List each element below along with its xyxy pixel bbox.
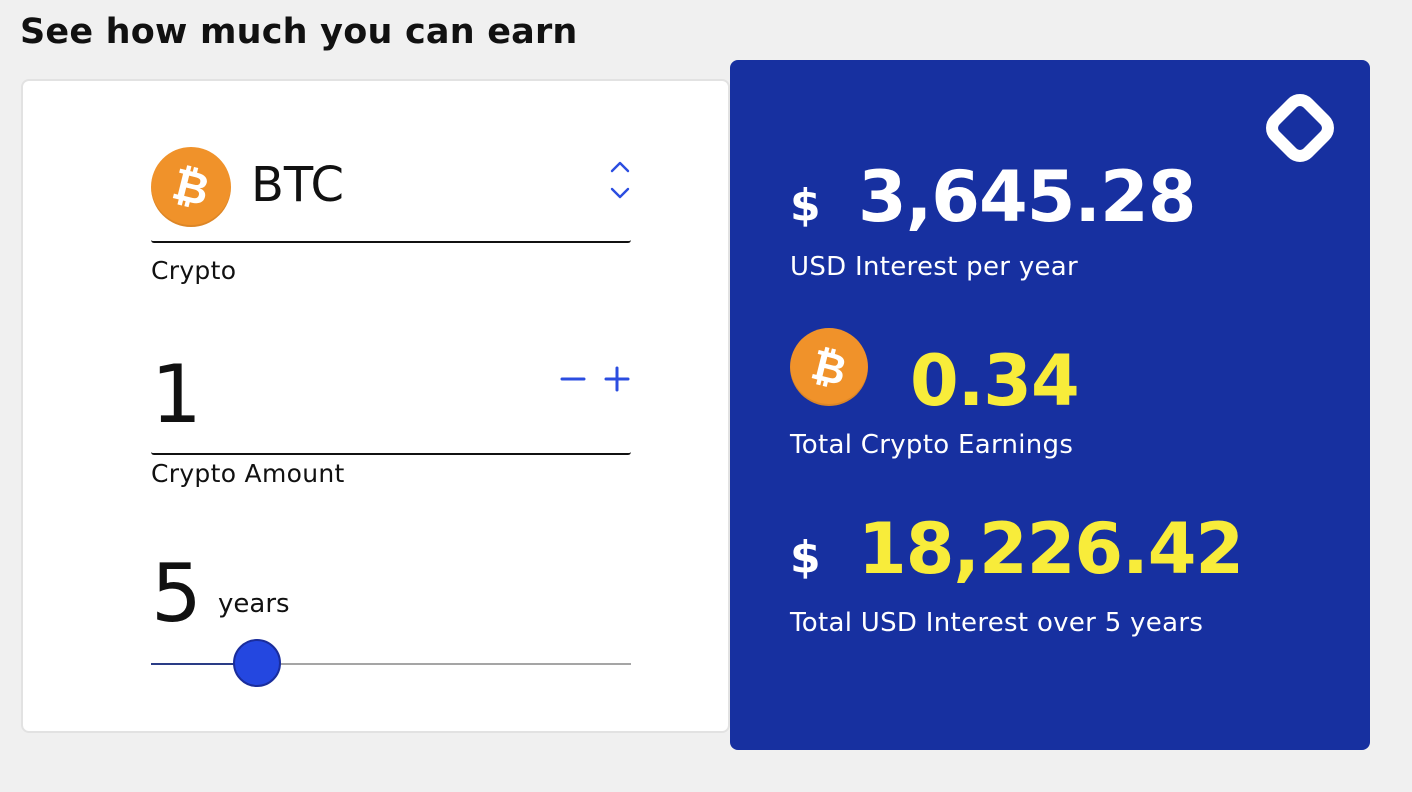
crypto-amount-label: Crypto Amount <box>151 459 345 488</box>
plus-icon <box>604 366 630 392</box>
crypto-earnings-value: 0.34 <box>910 340 1080 422</box>
term-slider-thumb[interactable] <box>232 639 281 687</box>
annual-interest-value: 3,645.28 <box>858 156 1196 238</box>
term-slider[interactable] <box>151 639 631 687</box>
total-interest-label: Total USD Interest over 5 years <box>790 608 1204 638</box>
decrement-button[interactable] <box>559 365 587 393</box>
term-years-unit: years <box>218 589 290 619</box>
calculator-card: ₿ BTC Crypto 1 Crypto Amount 5 years <box>21 79 730 733</box>
annual-interest-label: USD Interest per year <box>790 252 1079 282</box>
rounded-diamond-logo-icon <box>1266 94 1334 162</box>
total-interest-value: 18,226.42 <box>858 508 1244 590</box>
minus-icon <box>560 377 586 381</box>
chevron-down-icon[interactable] <box>609 185 631 207</box>
crypto-earnings-label: Total Crypto Earnings <box>790 430 1074 460</box>
crypto-stepper <box>609 159 631 209</box>
term-years-value: 5 <box>151 547 202 640</box>
page-title: See how much you can earn <box>20 12 578 52</box>
bitcoin-coin-icon: ₿ <box>151 147 231 227</box>
crypto-select[interactable]: ₿ BTC <box>151 147 631 243</box>
crypto-amount-field[interactable]: 1 <box>151 347 631 455</box>
term-selector: 5 years <box>151 549 631 699</box>
bitcoin-coin-icon: ₿ <box>790 328 868 406</box>
crypto-amount-value[interactable]: 1 <box>151 347 202 443</box>
annual-currency-symbol: $ <box>790 180 821 231</box>
crypto-field-label: Crypto <box>151 256 237 285</box>
results-card: $ 3,645.28 USD Interest per year ₿ 0.34 … <box>730 60 1370 750</box>
increment-button[interactable] <box>603 365 631 393</box>
chevron-up-icon[interactable] <box>609 159 631 181</box>
total-currency-symbol: $ <box>790 532 821 583</box>
earnings-calculator-page: See how much you can earn ₿ BTC Crypto 1 <box>0 0 1412 792</box>
crypto-symbol-value: BTC <box>251 157 344 213</box>
